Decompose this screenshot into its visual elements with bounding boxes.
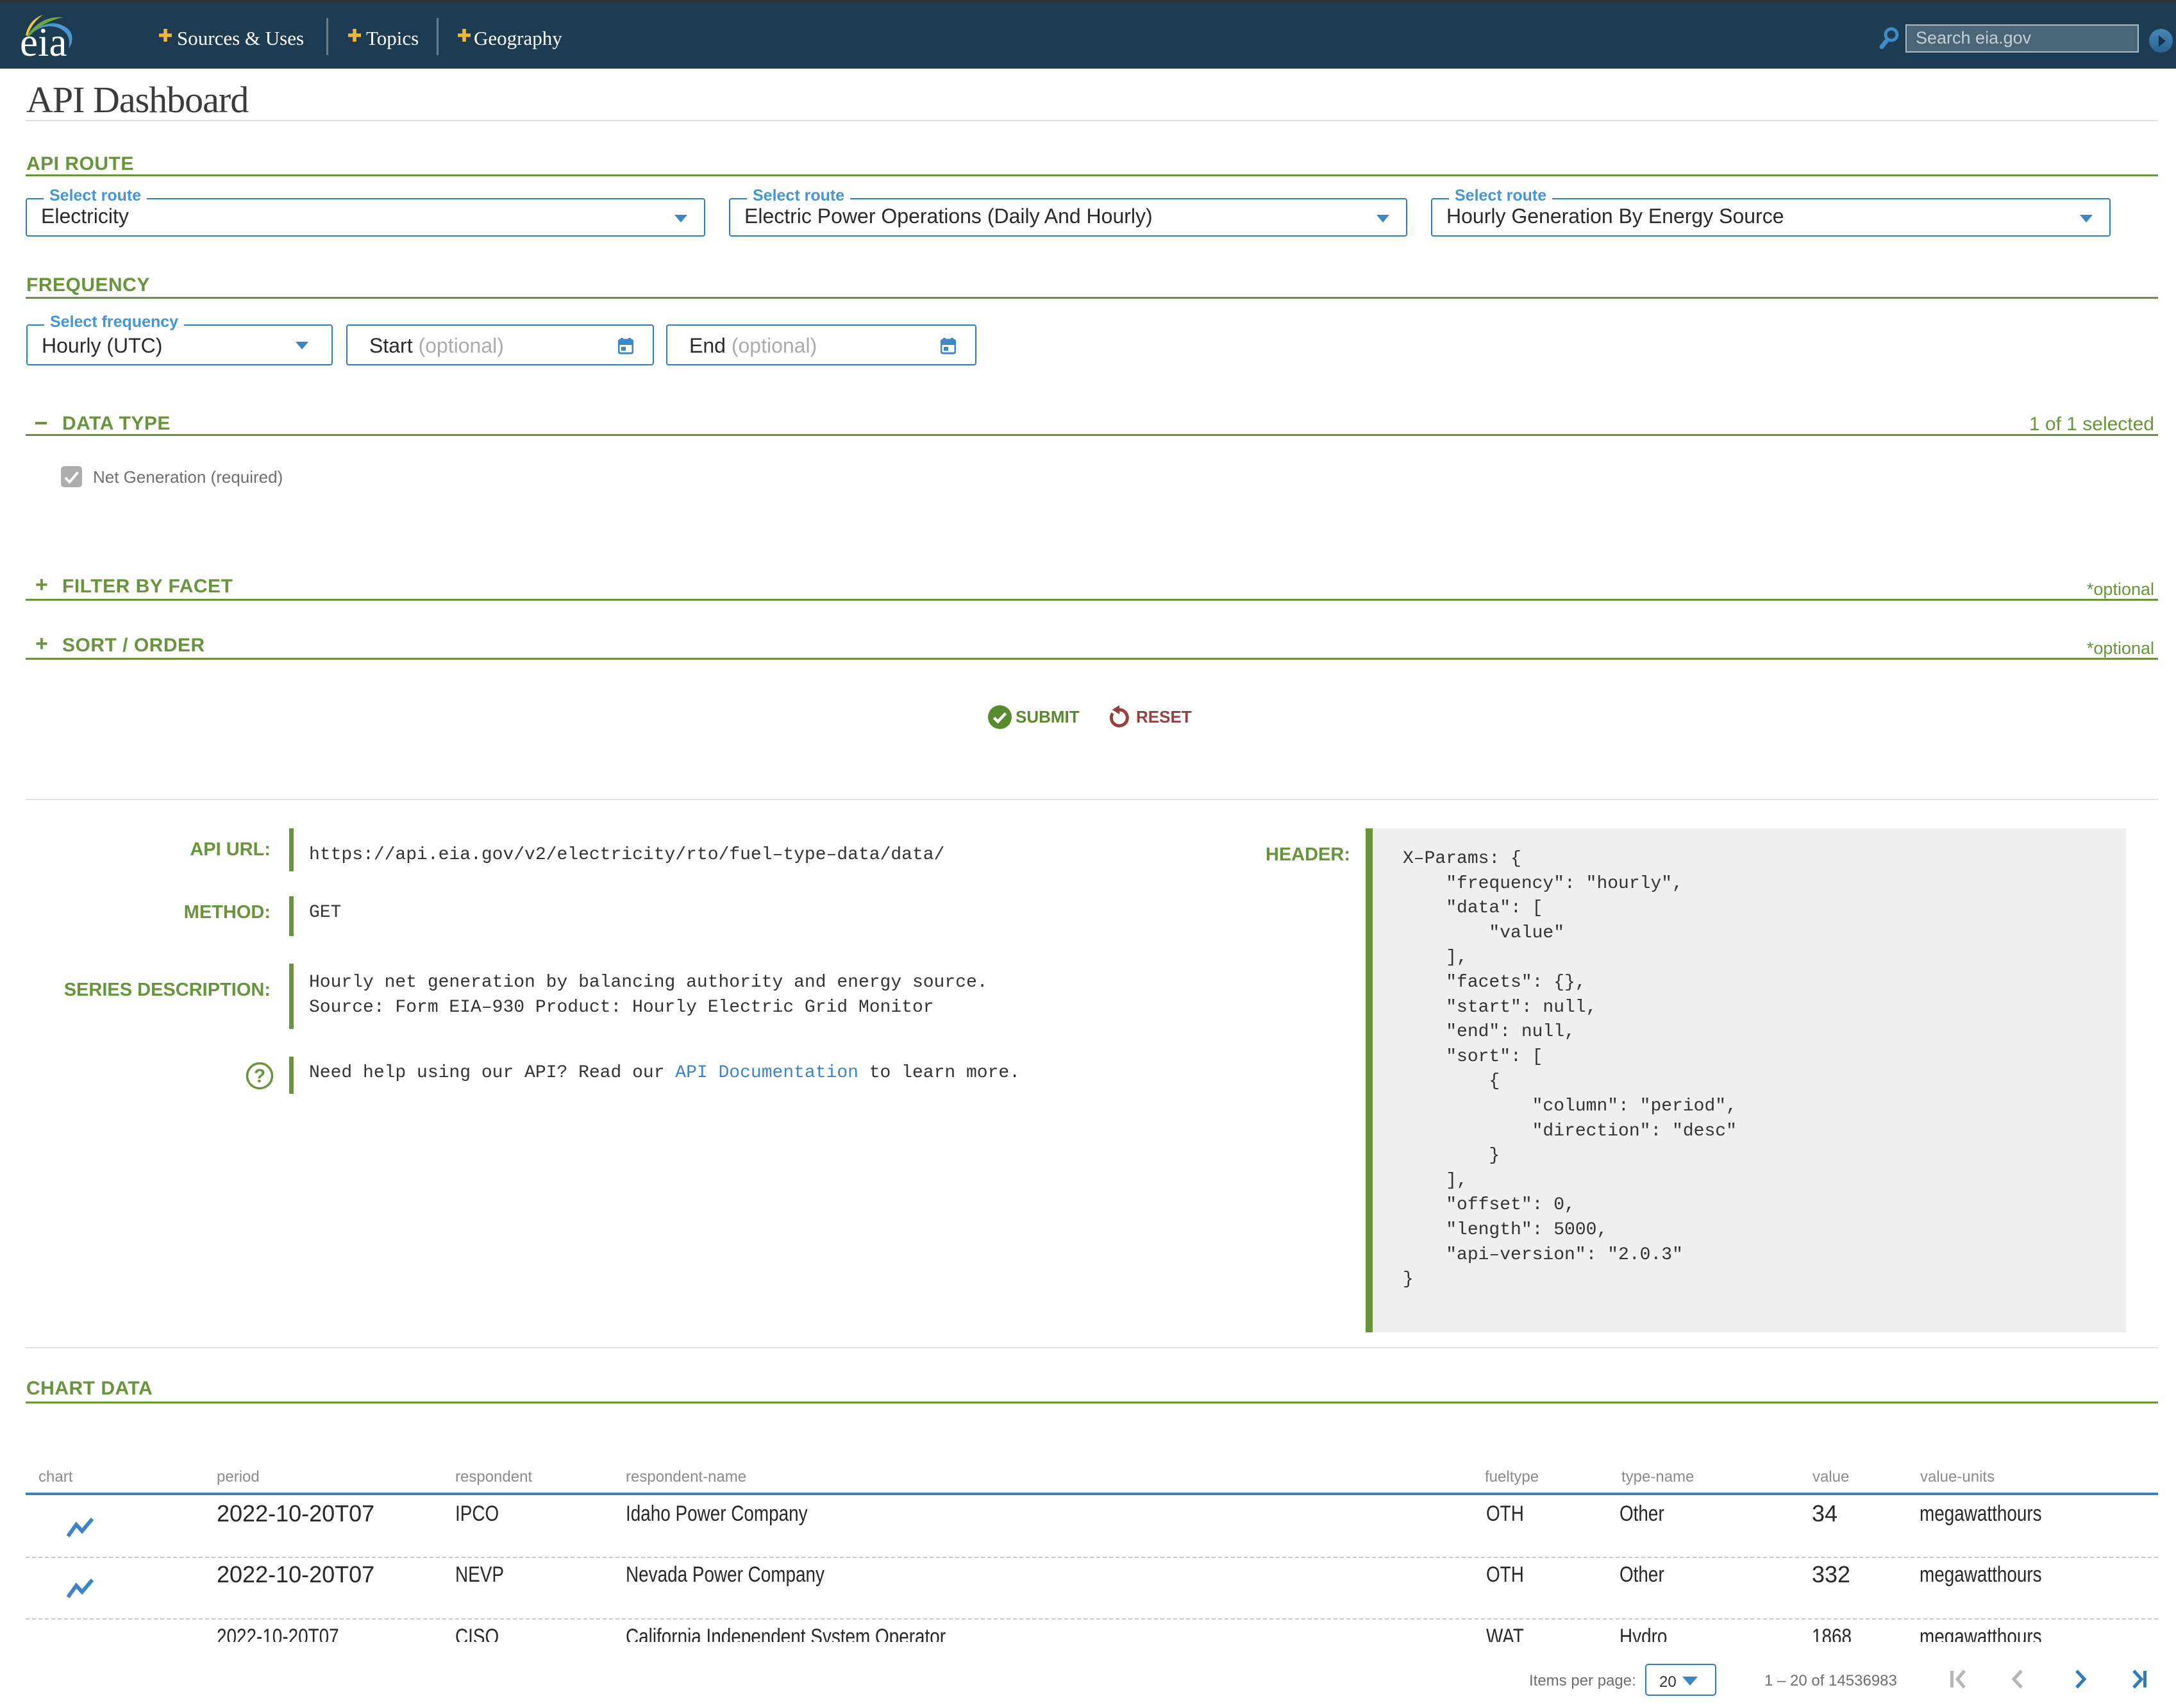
svg-text:eia: eia — [20, 20, 67, 65]
svg-text:?: ? — [254, 1066, 265, 1087]
